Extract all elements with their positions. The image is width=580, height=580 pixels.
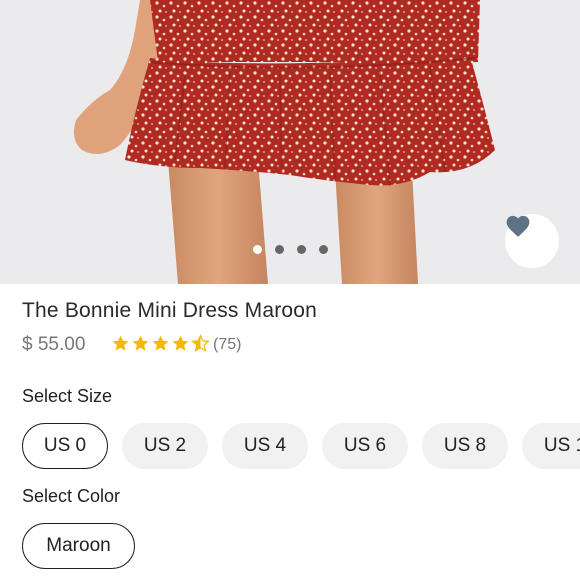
size-option[interactable]: US 0 bbox=[22, 423, 108, 469]
favorite-button[interactable] bbox=[505, 214, 559, 268]
size-option[interactable]: US 8 bbox=[422, 423, 508, 469]
carousel-dot[interactable] bbox=[275, 245, 284, 254]
carousel-indicators[interactable] bbox=[253, 245, 328, 254]
half-star-icon bbox=[191, 334, 210, 352]
size-option[interactable]: US 2 bbox=[122, 423, 208, 469]
review-count[interactable]: (75) bbox=[213, 336, 241, 354]
rating-stars[interactable] bbox=[111, 334, 210, 353]
star-icon bbox=[152, 335, 169, 351]
select-size-label: Select Size bbox=[22, 386, 113, 406]
color-option[interactable]: Maroon bbox=[22, 523, 135, 569]
color-options: Maroon bbox=[22, 523, 135, 569]
product-photo bbox=[0, 0, 580, 284]
carousel-dot[interactable] bbox=[319, 245, 328, 254]
size-options: US 0 US 2 US 4 US 6 US 8 US 1 bbox=[22, 423, 580, 469]
product-title: The Bonnie Mini Dress Maroon bbox=[22, 299, 318, 322]
star-icon bbox=[172, 335, 189, 351]
heart-icon bbox=[506, 215, 530, 237]
carousel-dot[interactable] bbox=[297, 245, 306, 254]
select-color-label: Select Color bbox=[22, 486, 121, 506]
size-option[interactable]: US 4 bbox=[222, 423, 308, 469]
product-price: $ 55.00 bbox=[22, 334, 86, 355]
product-image-carousel[interactable] bbox=[0, 0, 580, 284]
star-icon bbox=[112, 335, 129, 351]
size-option[interactable]: US 1 bbox=[522, 423, 580, 469]
star-icon bbox=[132, 335, 149, 351]
size-option[interactable]: US 6 bbox=[322, 423, 408, 469]
carousel-dot[interactable] bbox=[253, 245, 262, 254]
